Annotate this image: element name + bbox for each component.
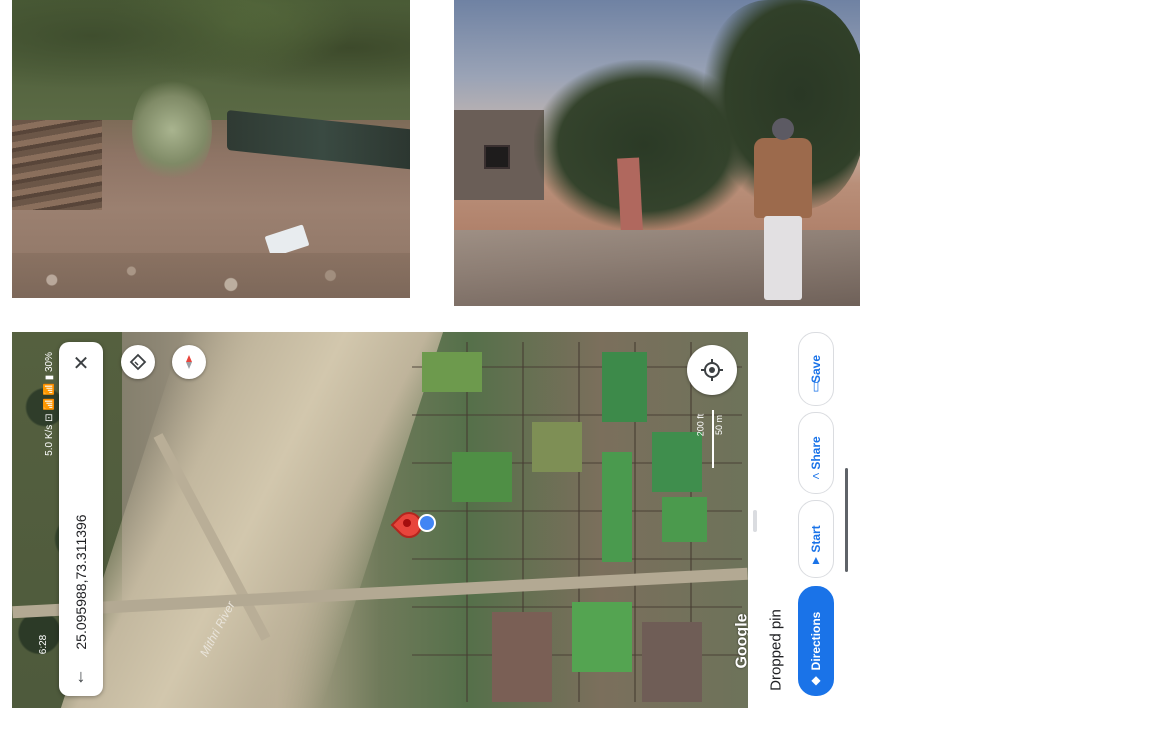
site-photo-ground (12, 0, 410, 298)
close-icon[interactable]: ✕ (69, 352, 93, 376)
compass-button[interactable] (172, 345, 206, 379)
map-field (662, 497, 707, 542)
my-location-icon (701, 359, 723, 381)
layers-button[interactable] (121, 345, 155, 379)
sheet-drag-handle[interactable] (845, 468, 848, 572)
current-location-dot (418, 514, 436, 532)
share-icon: < (812, 469, 820, 483)
sheet-divider (753, 510, 757, 532)
place-sheet[interactable]: Dropped pin ◆ Directions ▲ Start < Share… (748, 332, 848, 708)
directions-label: Directions (809, 611, 823, 671)
map-field (602, 352, 647, 422)
save-button[interactable]: ▯ Save (798, 332, 834, 406)
google-logo: Google (733, 613, 748, 669)
photo-person-legs (764, 216, 802, 300)
site-photo-person (454, 0, 860, 306)
start-label: Start (809, 525, 823, 553)
scale-feet: 200 ft (695, 413, 706, 437)
photo-bush (132, 75, 212, 185)
status-time: 6:28 (38, 634, 50, 655)
photo-person-body (754, 138, 812, 218)
arrow-down-icon[interactable]: ↓ (69, 664, 93, 688)
satellite-map[interactable]: Mithri River 5.0 K/s ⊡ 📶 📶 ▮ 30% 6:28 ✕ … (12, 332, 748, 708)
photo-window (484, 145, 510, 169)
photo-logs (12, 120, 102, 210)
start-button[interactable]: ▲ Start (798, 500, 834, 578)
save-label: Save (809, 354, 823, 384)
navigation-arrow-icon: ▲ (810, 553, 822, 567)
photo-trees (12, 0, 410, 120)
pin-center (403, 519, 411, 527)
directions-icon: ◆ (811, 673, 821, 687)
map-field (492, 612, 552, 702)
share-button[interactable]: < Share (798, 412, 834, 494)
photo-stones (12, 253, 410, 298)
place-title: Dropped pin (767, 609, 785, 691)
photo-person-head (772, 118, 794, 140)
map-field (572, 602, 632, 672)
compass-icon (186, 355, 192, 369)
share-label: Share (809, 436, 823, 470)
status-bar: 5.0 K/s ⊡ 📶 📶 ▮ 30% (44, 352, 55, 456)
map-field (652, 432, 702, 492)
coordinates-text[interactable]: 25.095988,73.311396 (73, 514, 89, 649)
my-location-button[interactable] (687, 345, 737, 395)
map-field (642, 622, 702, 702)
map-field (602, 452, 632, 562)
scale-meters: 50 m (714, 414, 725, 436)
map-field (532, 422, 582, 472)
layers-icon (129, 353, 147, 371)
map-field (452, 452, 512, 502)
directions-button[interactable]: ◆ Directions (798, 586, 834, 696)
map-field (422, 352, 482, 392)
